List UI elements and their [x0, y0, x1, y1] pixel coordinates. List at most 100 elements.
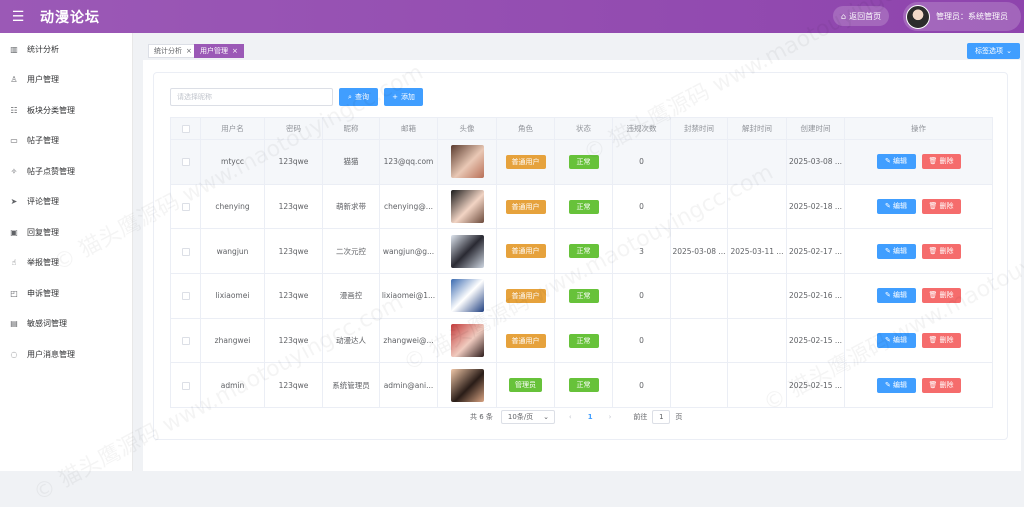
sidebar: ▥ 统计分析 ♙ 用户管理 ☷ 板块分类管理 ▭ 帖子管理 ✧ 帖子点赞管理 ➤ 评论管理 …: [0, 33, 133, 471]
goto-prefix: 前往: [633, 413, 648, 421]
delete-button[interactable]: 🗑 删除: [921, 288, 961, 304]
delete-button[interactable]: 🗑 删除: [921, 377, 961, 393]
cell-violations: 0: [612, 139, 671, 185]
cell-password: 123qwe: [264, 317, 323, 364]
role-badge: 管理员: [509, 378, 542, 393]
cell-username: wangjun: [200, 228, 265, 275]
delete-button[interactable]: 🗑 删除: [921, 243, 961, 259]
select-all-checkbox[interactable]: [181, 125, 190, 133]
sidebar-item-comments[interactable]: ➤ 评论管理: [0, 187, 132, 218]
cell-password: 123qwe: [264, 273, 323, 319]
select-all-cell[interactable]: [170, 117, 201, 140]
col-header: 封禁时间: [670, 117, 728, 140]
document-icon: ◰: [10, 288, 18, 298]
sidebar-item-categories[interactable]: ☷ 板块分类管理: [0, 95, 132, 126]
table-row[interactable]: mtycc 123qwe 猫猫 123@qq.com 普通用户 正常 0 202…: [170, 139, 993, 185]
col-header: 操作: [844, 117, 993, 140]
cell-email: 123@qq.com: [379, 139, 438, 185]
delete-label: 删除: [939, 336, 954, 345]
row-checkbox[interactable]: [181, 381, 190, 390]
table-row[interactable]: wangjun 123qwe 二次元控 wangjun@g... 普通用户 正常…: [170, 228, 993, 275]
role-badge: 普通用户: [505, 244, 546, 259]
cell-unban-time: [727, 139, 787, 185]
cell-nickname: 系统管理员: [322, 362, 380, 409]
user-avatar: [450, 145, 484, 179]
delete-button[interactable]: 🗑 删除: [921, 333, 961, 349]
top-header: ☰ 动漫论坛 ⌂ 返回首页 管理员：系统管理员: [0, 0, 1024, 33]
sidebar-item-users[interactable]: ♙ 用户管理: [0, 65, 132, 96]
sparkle-icon: ✧: [10, 166, 18, 176]
edit-button[interactable]: ✎ 编辑: [876, 333, 916, 349]
menu-toggle-icon[interactable]: ☰: [0, 0, 36, 33]
cell-ban-time: [670, 183, 728, 230]
add-button[interactable]: + 添加: [384, 88, 423, 106]
sidebar-item-label: 评论管理: [27, 197, 59, 207]
cell-username: chenying: [200, 183, 265, 230]
row-checkbox[interactable]: [181, 292, 190, 301]
cell-email: admin@ani...: [379, 362, 438, 409]
sidebar-item-user-messages[interactable]: ◌ 用户消息管理: [0, 339, 132, 370]
col-header: 头像: [437, 117, 497, 140]
sidebar-item-appeals[interactable]: ◰ 申诉管理: [0, 278, 132, 309]
delete-button[interactable]: 🗑 删除: [921, 199, 961, 215]
edit-button[interactable]: ✎ 编辑: [876, 199, 916, 215]
prev-page-icon[interactable]: ‹: [569, 413, 572, 421]
cell-created: 2025-02-18 ...: [786, 183, 845, 230]
table-row[interactable]: lixiaomei 123qwe 漫画控 lixiaomei@1... 普通用户…: [170, 273, 993, 319]
return-home-button[interactable]: ⌂ 返回首页: [833, 6, 890, 26]
sidebar-item-replies[interactable]: ▣ 回复管理: [0, 217, 132, 248]
query-button[interactable]: ⌕ 查询: [339, 88, 378, 106]
cell-ban-time: [670, 317, 728, 364]
edit-button[interactable]: ✎ 编辑: [876, 377, 916, 393]
status-badge: 正常: [568, 288, 599, 303]
edit-button[interactable]: ✎ 编辑: [876, 243, 916, 259]
delete-button[interactable]: 🗑 删除: [921, 154, 961, 170]
row-checkbox[interactable]: [181, 158, 190, 167]
cell-violations: 0: [612, 273, 671, 319]
cell-ban-time: [670, 273, 728, 319]
pagination-total: 共 6 条: [470, 413, 493, 421]
sidebar-item-posts[interactable]: ▭ 帖子管理: [0, 126, 132, 157]
cell-created: 2025-02-15 ...: [786, 317, 845, 364]
sidebar-item-label: 申诉管理: [27, 288, 59, 298]
tab-users[interactable]: 用户管理 ×: [194, 44, 244, 58]
cell-ban-time: [670, 362, 728, 409]
plus-icon: +: [392, 93, 398, 101]
row-checkbox[interactable]: [181, 247, 190, 256]
table-row[interactable]: chenying 123qwe 萌新求带 chenying@... 普通用户 正…: [170, 183, 993, 230]
table-row[interactable]: zhangwei 123qwe 动漫达人 zhangwei@... 普通用户 正…: [170, 317, 993, 364]
user-menu[interactable]: 管理员：系统管理员: [903, 2, 1021, 31]
next-page-icon[interactable]: ›: [609, 413, 612, 421]
sidebar-item-sensitive-words[interactable]: ▤ 敏感词管理: [0, 309, 132, 340]
sidebar-item-reports[interactable]: ☝ 举报管理: [0, 248, 132, 279]
sidebar-item-post-likes[interactable]: ✧ 帖子点赞管理: [0, 156, 132, 187]
edit-button[interactable]: ✎ 编辑: [876, 288, 916, 304]
status-badge: 正常: [568, 378, 599, 393]
cell-created: 2025-02-17 ...: [786, 228, 845, 275]
page-size-select[interactable]: 10条/页 ⌄: [500, 410, 555, 424]
edit-label: 编辑: [893, 157, 908, 166]
tab-statistics[interactable]: 统计分析 ×: [148, 44, 198, 58]
edit-button[interactable]: ✎ 编辑: [876, 154, 916, 170]
row-checkbox[interactable]: [181, 337, 190, 346]
col-header: 违规次数: [612, 117, 671, 140]
edit-label: 编辑: [893, 336, 908, 345]
app-title: 动漫论坛: [40, 9, 100, 26]
sidebar-item-statistics[interactable]: ▥ 统计分析: [0, 34, 132, 65]
table-header-row: 用户名 密码 昵称 邮箱 头像 角色 状态 违规次数 封禁时间 解封时间 创建时…: [170, 117, 993, 140]
cell-email: lixiaomei@1...: [379, 273, 438, 319]
chevron-down-icon: ⌄: [1006, 47, 1012, 55]
home-icon: ⌂: [841, 11, 847, 21]
goto-page-input[interactable]: 1: [652, 410, 671, 424]
user-avatar: [450, 190, 484, 224]
row-checkbox[interactable]: [181, 203, 190, 212]
page-number-current[interactable]: 1: [588, 413, 593, 421]
close-icon[interactable]: ×: [232, 47, 238, 55]
cell-violations: 0: [612, 183, 671, 230]
delete-label: 删除: [939, 157, 954, 166]
nickname-search-input[interactable]: 请选择昵称: [170, 88, 333, 106]
add-label: 添加: [400, 93, 415, 101]
table-row[interactable]: admin 123qwe 系统管理员 admin@ani... 管理员 正常 0…: [170, 362, 993, 409]
close-icon[interactable]: ×: [186, 47, 192, 55]
tab-options-button[interactable]: 标签选项 ⌄: [967, 43, 1020, 59]
